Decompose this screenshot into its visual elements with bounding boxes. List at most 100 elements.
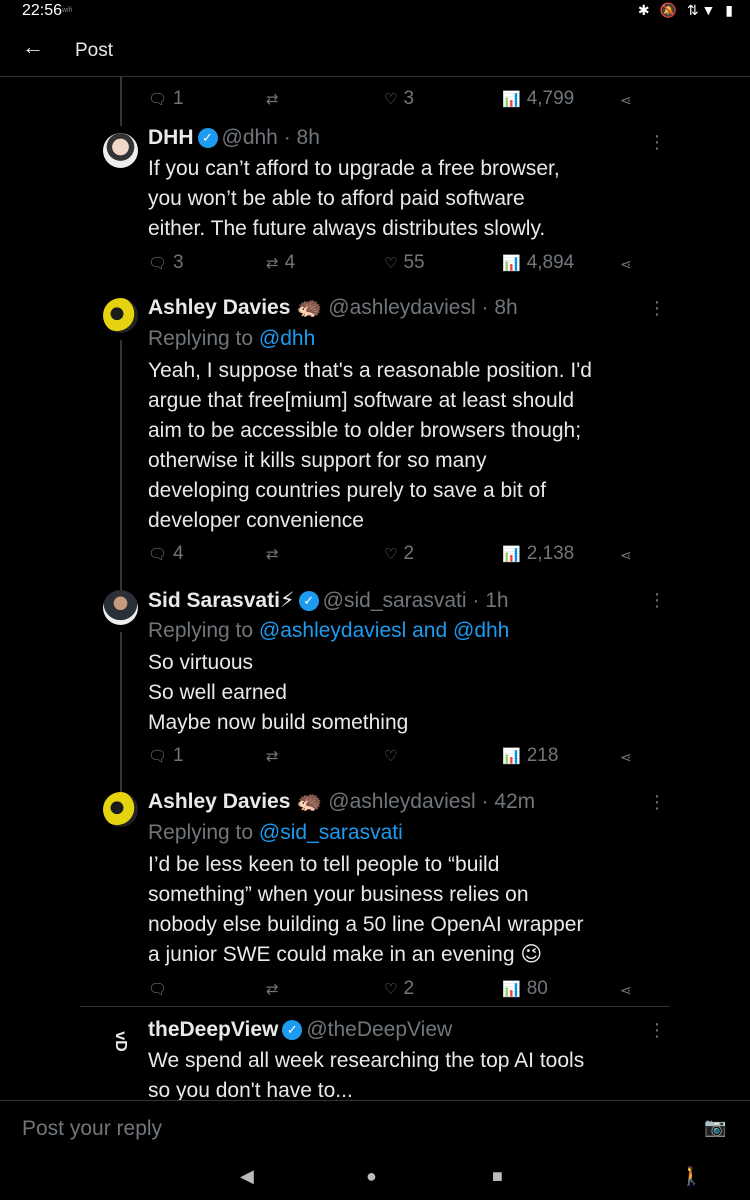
share-icon[interactable]: ⋖ (620, 749, 632, 766)
views-button[interactable]: 📊 4,894 (502, 252, 574, 274)
reply-button[interactable]: 🗨 4 (148, 543, 184, 565)
share-icon[interactable]: ⋖ (620, 982, 632, 999)
reply-icon: 🗨 (148, 546, 168, 563)
tweet-header: theDeepView ✓ @theDeepView (148, 1018, 452, 1042)
author-handle[interactable]: @ashleydaviesl (328, 296, 475, 319)
author-handle[interactable]: @dhh (222, 126, 278, 149)
reply-composer[interactable]: Post your reply 📷 (0, 1100, 750, 1161)
avatar[interactable] (103, 590, 138, 625)
more-options-icon[interactable]: ⋮ (648, 1020, 666, 1041)
tweet-text: We spend all week researching the top AI… (148, 1049, 585, 1100)
repost-icon: ⇄ (266, 981, 279, 998)
author-emoji: 🦔 (296, 296, 323, 319)
reply-icon: 🗨 (148, 91, 168, 108)
author-name[interactable]: Sid Sarasvati⚡ (148, 589, 295, 612)
author-handle[interactable]: @ashleydaviesl (328, 790, 475, 813)
author-name[interactable]: DHH (148, 126, 194, 149)
avatar[interactable]: vD (103, 1024, 138, 1059)
replying-to-label: Replying to (148, 619, 254, 642)
like-button[interactable]: ♡ 2 (384, 543, 414, 565)
reply-button[interactable]: 🗨 3 (148, 252, 184, 274)
views-icon: 📊 (502, 255, 521, 272)
views-count: 80 (526, 978, 548, 999)
like-button[interactable]: ♡ (384, 745, 403, 767)
nav-recents-icon[interactable]: ■ (492, 1166, 503, 1187)
tweet-actions: 🗨 1 ⇄ ♡ 📊 218 ⋖ (148, 745, 648, 769)
reply-icon: 🗨 (148, 981, 168, 998)
tweet-actions: 🗨 ⇄ ♡ 2 📊 80 ⋖ (148, 978, 648, 1002)
like-button[interactable]: ♡ 3 (384, 88, 414, 110)
views-icon: 📊 (502, 546, 521, 563)
camera-icon[interactable]: 📷 (704, 1117, 726, 1138)
tweet-header: DHH ✓ @dhh · 8h (148, 126, 320, 149)
share-icon[interactable]: ⋖ (620, 256, 632, 273)
share-icon[interactable]: ⋖ (620, 547, 632, 564)
like-icon: ♡ (384, 981, 398, 998)
views-button[interactable]: 📊 218 (502, 745, 558, 767)
replying-to: Replying to @dhh (148, 327, 315, 351)
reply-input[interactable]: Post your reply (22, 1117, 162, 1141)
share-icon[interactable]: ⋖ (620, 92, 632, 109)
tweet-header: Sid Sarasvati⚡ ✓ @sid_sarasvati · 1h (148, 589, 509, 612)
back-arrow-icon[interactable]: ← (22, 34, 44, 60)
repost-button[interactable]: ⇄ 4 (266, 252, 295, 274)
repost-button[interactable]: ⇄ (266, 88, 285, 110)
verified-badge-icon: ✓ (298, 591, 319, 611)
more-options-icon[interactable]: ⋮ (648, 792, 666, 813)
more-options-icon[interactable]: ⋮ (648, 132, 666, 153)
more-options-icon[interactable]: ⋮ (648, 298, 666, 319)
reply-count: 1 (173, 88, 184, 109)
like-count: 3 (403, 88, 415, 109)
like-icon: ♡ (384, 546, 398, 563)
reply-mention-link[interactable]: @dhh (259, 327, 315, 350)
like-button[interactable]: ♡ 55 (384, 252, 425, 274)
author-name[interactable]: theDeepView (148, 1018, 278, 1041)
avatar[interactable] (103, 298, 138, 333)
repost-count: 4 (284, 252, 296, 273)
tweet-actions: 🗨 3 ⇄ 4 ♡ 55 📊 4,894 ⋖ (148, 252, 648, 276)
tweet-header: Ashley Davies 🦔 @ashleydaviesl · 8h (148, 296, 518, 319)
divider (80, 1006, 670, 1007)
author-handle[interactable]: @sid_sarasvati (323, 589, 467, 612)
repost-icon: ⇄ (266, 748, 279, 765)
thread-line (120, 340, 122, 590)
repost-button[interactable]: ⇄ (266, 745, 285, 767)
like-count: 2 (403, 543, 415, 564)
repost-button[interactable]: ⇄ (266, 543, 285, 565)
views-button[interactable]: 📊 2,138 (502, 543, 574, 565)
repost-icon: ⇄ (266, 255, 279, 272)
accessibility-icon[interactable]: 🚶 (680, 1166, 702, 1187)
nav-home-icon[interactable]: ● (366, 1166, 377, 1187)
repost-button[interactable]: ⇄ (266, 978, 285, 1000)
partial-tweet-actions: 🗨 1 ⇄ ♡ 3 📊 4,799 ⋖ (148, 88, 648, 112)
top-bar: ← Post (0, 24, 750, 77)
verified-badge-icon: ✓ (282, 1020, 303, 1040)
reply-icon: 🗨 (148, 255, 168, 272)
reply-button[interactable]: 🗨 1 (148, 745, 184, 767)
views-button[interactable]: 📊 4,799 (502, 88, 574, 110)
tweet-actions: 🗨 4 ⇄ ♡ 2 📊 2,138 ⋖ (148, 543, 648, 567)
reply-count: 3 (173, 252, 184, 273)
thread-line (120, 76, 122, 126)
like-button[interactable]: ♡ 2 (384, 978, 414, 1000)
author-name[interactable]: Ashley Davies (148, 296, 290, 319)
page-title: Post (75, 40, 114, 61)
views-icon: 📊 (502, 981, 521, 998)
views-button[interactable]: 📊 80 (502, 978, 548, 1000)
reply-mention-link[interactable]: @sid_sarasvati (259, 821, 403, 844)
author-handle[interactable]: @theDeepView (306, 1018, 452, 1041)
author-emoji: 🦔 (296, 790, 323, 813)
like-icon: ♡ (384, 748, 398, 765)
tweet-text: I’d be less keen to tell people to “buil… (148, 853, 584, 966)
reply-button[interactable]: 🗨 (148, 978, 173, 1000)
author-name[interactable]: Ashley Davies (148, 790, 290, 813)
reply-mention-link[interactable]: @ashleydaviesl and @dhh (259, 619, 509, 642)
reply-button[interactable]: 🗨 1 (148, 88, 184, 110)
repost-icon: ⇄ (266, 91, 279, 108)
avatar[interactable] (103, 133, 138, 168)
nav-back-icon[interactable]: ◀ (240, 1166, 254, 1187)
repost-icon: ⇄ (266, 546, 279, 563)
more-options-icon[interactable]: ⋮ (648, 590, 666, 611)
thread-line (120, 632, 122, 792)
avatar[interactable] (103, 792, 138, 827)
